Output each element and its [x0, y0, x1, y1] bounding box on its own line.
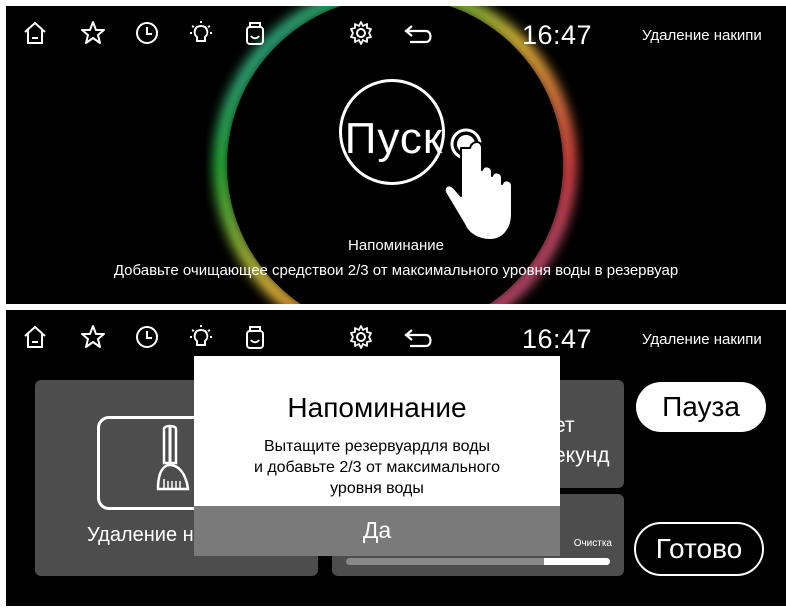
clock-icon[interactable] — [132, 18, 162, 48]
status-bar: 16:47 Удаление накипи — [6, 6, 786, 62]
progress-label: Очистка — [573, 538, 612, 549]
pause-button[interactable]: Пауза — [636, 382, 766, 432]
dialog-line-1: Вытащите резервуардля воды — [263, 438, 491, 455]
time-remaining-line2: екунд — [554, 444, 610, 467]
start-screen: 16:47 Удаление накипи Пуск Напоминание Д… — [6, 6, 786, 304]
start-button-label: Пуск — [344, 114, 444, 163]
home-icon[interactable] — [20, 322, 50, 352]
clock-icon[interactable] — [132, 322, 162, 352]
dialog-message: Вытащите резервуардля воды и добавьте 2/… — [194, 436, 560, 499]
dialog-title: Напоминание — [287, 392, 467, 423]
back-arrow-icon[interactable] — [402, 322, 438, 352]
dialog-line-2: и добавьте 2/3 от максимального — [253, 459, 501, 476]
bulb-icon[interactable] — [186, 322, 216, 352]
descaling-screen: 16:47 Удаление накипи Удаление н ет екун… — [6, 310, 786, 606]
reminder-dialog: Напоминание Вытащите резервуардля воды и… — [194, 356, 560, 556]
mode-label: Удаление накипи — [642, 331, 762, 348]
back-arrow-icon[interactable] — [402, 18, 438, 48]
container-icon[interactable] — [240, 18, 270, 48]
mode-label: Удаление накипи — [642, 27, 762, 44]
reminder-title: Напоминание — [348, 237, 444, 254]
home-icon[interactable] — [20, 18, 50, 48]
progress-bar — [346, 558, 610, 565]
progress-fill — [544, 558, 610, 565]
star-icon[interactable] — [78, 322, 108, 352]
gear-icon[interactable] — [346, 18, 376, 48]
dialog-line-3: уровня воды — [330, 480, 424, 497]
descaling-card-label: Удаление н — [87, 524, 194, 546]
confirm-yes-button[interactable]: Да — [194, 506, 560, 556]
tap-hand-icon — [443, 128, 513, 241]
clock-time: 16:47 — [522, 20, 593, 50]
gear-icon[interactable] — [346, 322, 376, 352]
clock-time: 16:47 — [522, 324, 593, 354]
bulb-icon[interactable] — [186, 18, 216, 48]
done-button[interactable]: Готово — [634, 522, 764, 576]
reminder-text: Добавьте очищающее средствои 2/3 от макс… — [113, 262, 679, 279]
star-icon[interactable] — [78, 18, 108, 48]
container-icon[interactable] — [240, 322, 270, 352]
